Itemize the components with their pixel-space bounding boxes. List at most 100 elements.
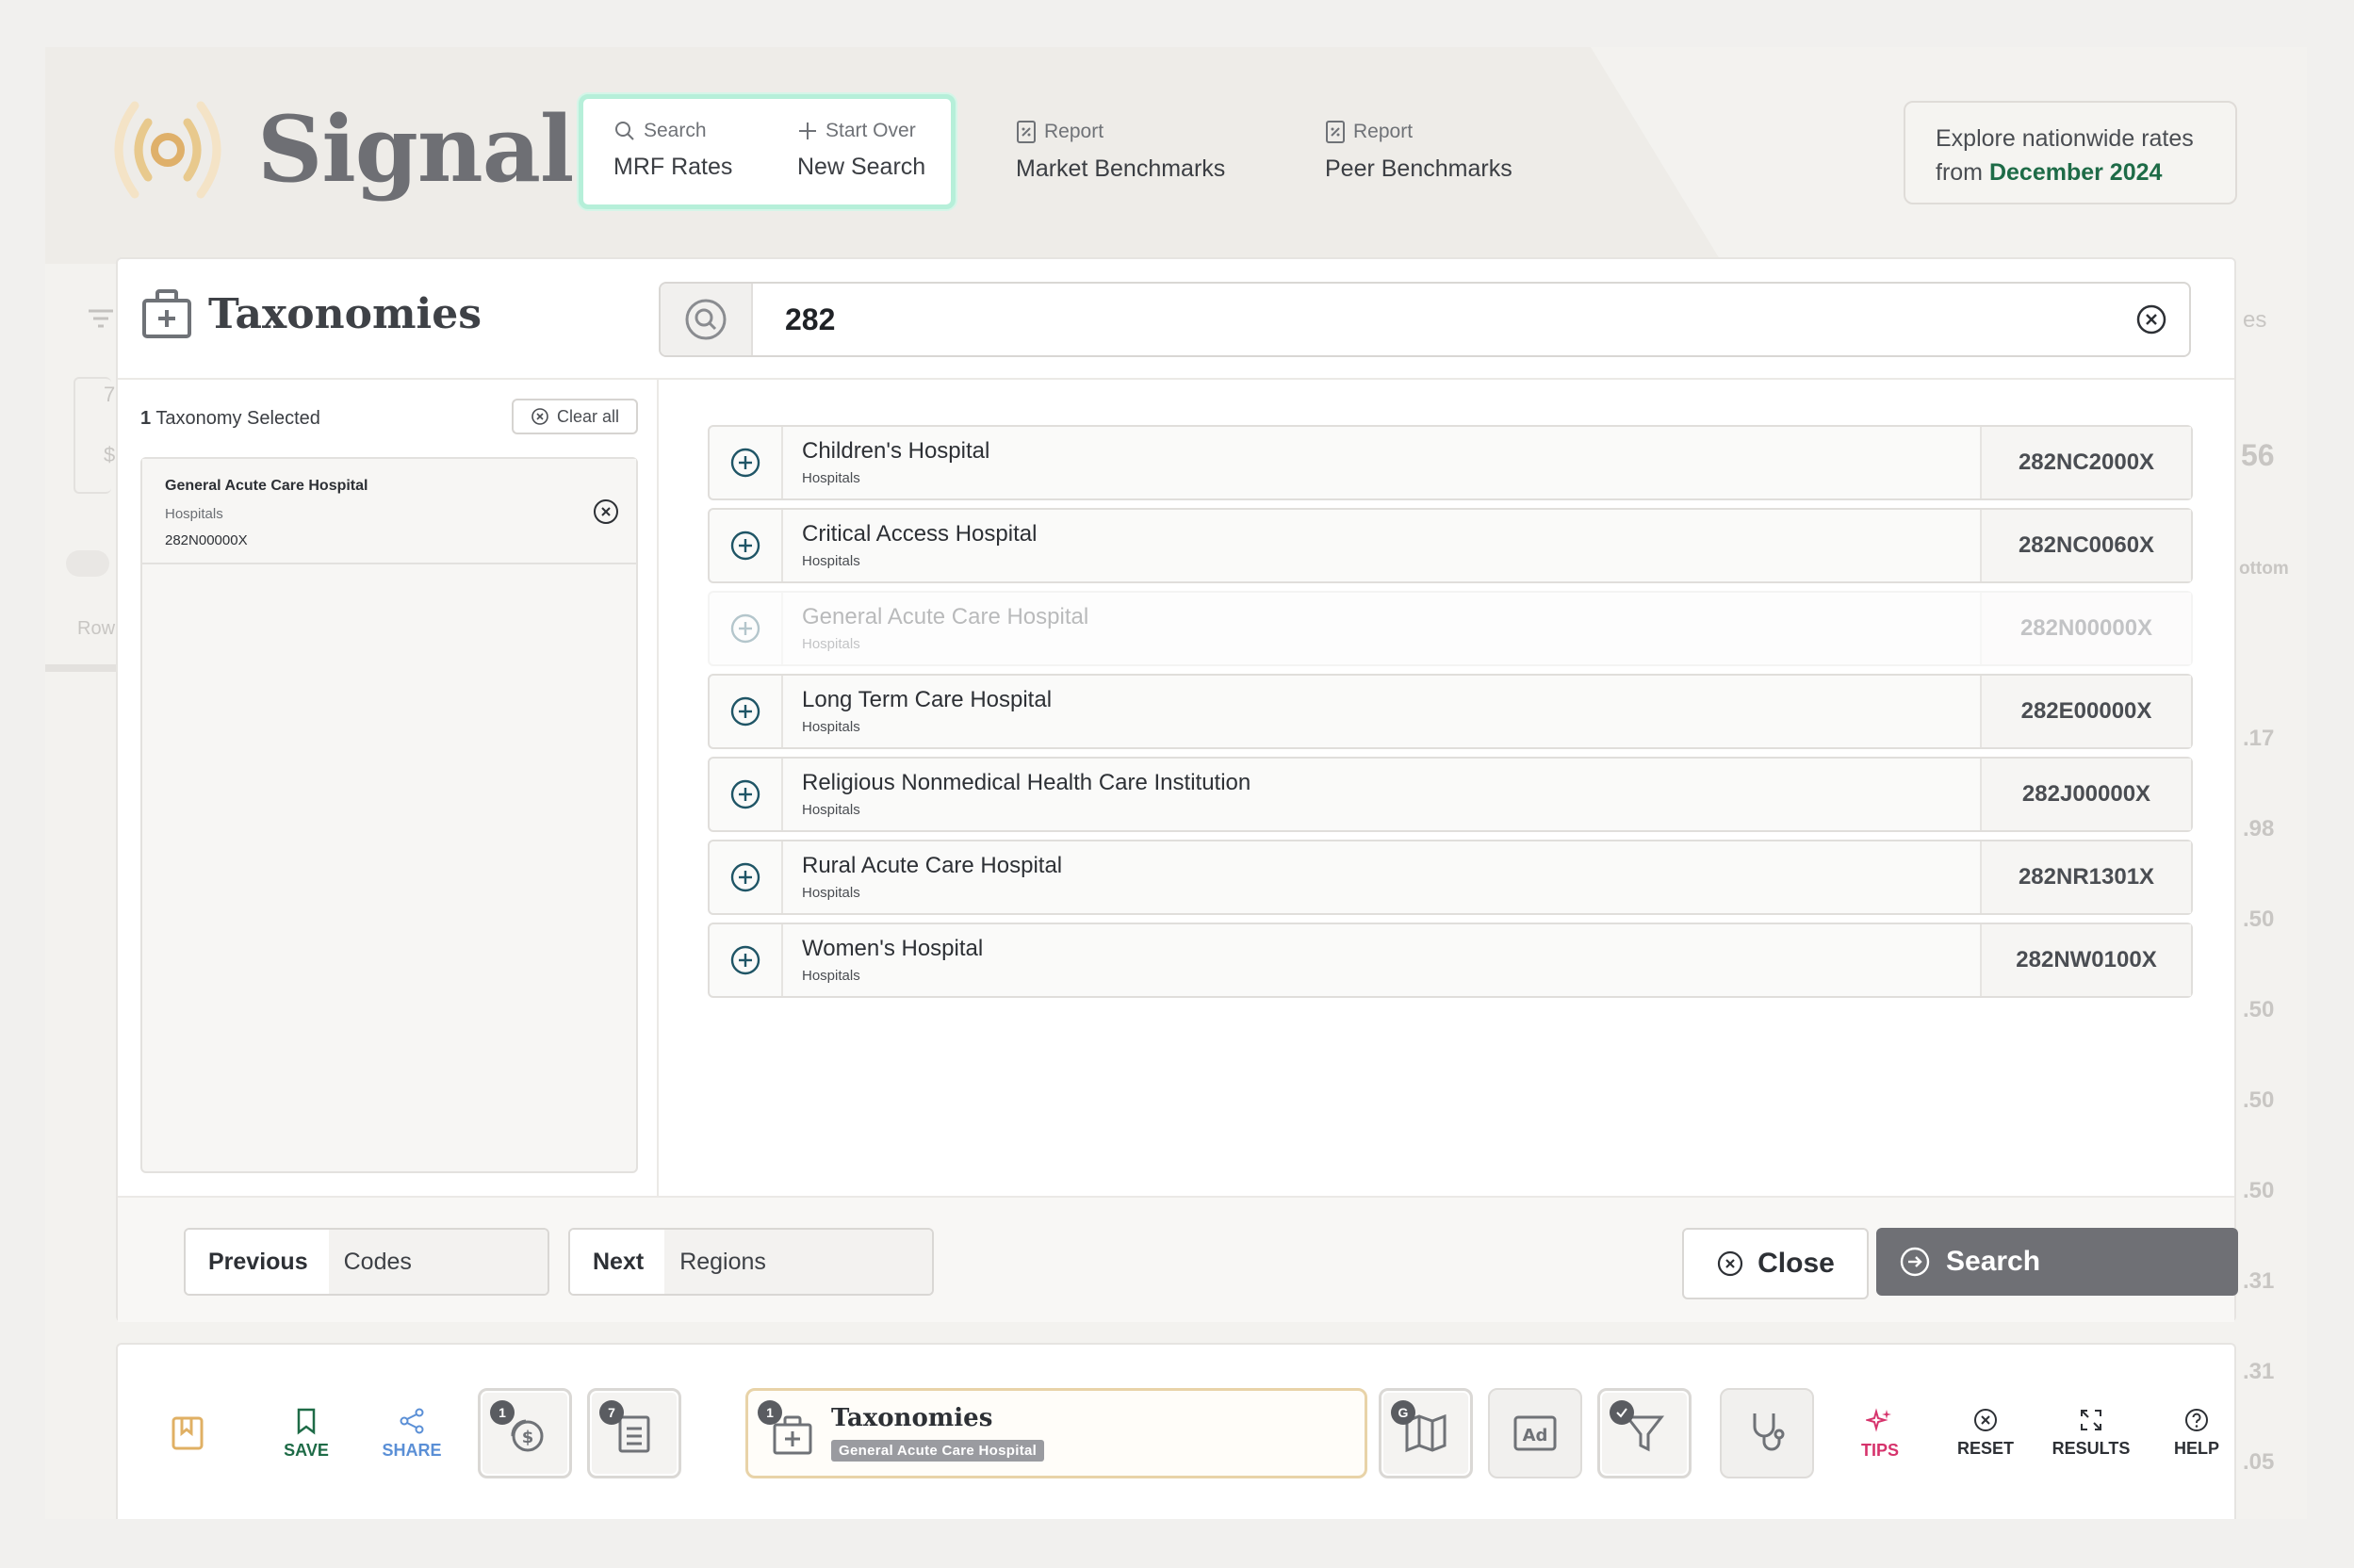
add-taxonomy-button[interactable] (710, 924, 783, 996)
selected-taxonomy-tag: General Acute Care Hospital (831, 1440, 1045, 1462)
sparkles-icon (1866, 1408, 1891, 1432)
signal-broadcast-icon (114, 101, 221, 198)
taxonomy-code: 282NC0060X (1980, 510, 2191, 581)
close-circle-icon (1718, 1250, 1743, 1277)
taxonomy-category: Hospitals (802, 802, 860, 818)
plus-circle-icon (730, 945, 760, 975)
plus-circle-icon (730, 613, 760, 644)
svg-text:Ad: Ad (1523, 1426, 1548, 1446)
tips-button[interactable]: TIPS (1842, 1407, 1918, 1461)
plus-icon (799, 122, 816, 139)
taxonomy-result-row[interactable]: Women's Hospital Hospitals 282NW0100X (708, 923, 2193, 998)
search-nav-group: Search MRF Rates Start Over New Search (579, 94, 956, 209)
taxonomy-category: Hospitals (802, 636, 860, 652)
add-taxonomy-button[interactable] (710, 510, 783, 581)
taxonomy-category: Hospitals (802, 719, 860, 735)
clear-search-button[interactable] (2114, 304, 2189, 335)
medical-kit-icon (142, 289, 191, 338)
taxonomy-search-bar[interactable]: 282 (659, 282, 2191, 357)
previous-button[interactable]: Previous Codes (184, 1228, 549, 1296)
taxonomy-category: Hospitals (802, 470, 860, 486)
plus-circle-icon (730, 862, 760, 892)
medical-kit-icon (773, 1415, 812, 1455)
results-button[interactable]: RESULTS (2052, 1407, 2130, 1459)
selected-list: General Acute Care Hospital Hospitals 28… (140, 457, 638, 1173)
modal-header: Taxonomies 282 (118, 259, 2234, 380)
svg-text:$: $ (522, 1428, 534, 1447)
bottom-toolbar: SAVE SHARE 1 $ 7 1 Taxonomies General Ac… (116, 1343, 2236, 1519)
search-icon (615, 122, 634, 140)
filters-tile[interactable] (1597, 1388, 1692, 1478)
taxonomy-name: Children's Hospital (802, 438, 990, 464)
search-input[interactable]: 282 (753, 302, 2114, 337)
save-button[interactable]: SAVE (269, 1407, 344, 1461)
taxonomy-code: 282E00000X (1980, 676, 2191, 747)
clear-all-button[interactable]: Clear all (512, 399, 638, 434)
arrow-right-circle-icon (1900, 1247, 1930, 1277)
stethoscope-icon (1753, 1413, 1785, 1451)
taxonomy-name: General Acute Care Hospital (802, 604, 1089, 629)
taxonomy-result-row[interactable]: Rural Acute Care Hospital Hospitals 282NR1… (708, 840, 2193, 915)
nav-start-over[interactable]: Start Over New Search (767, 99, 951, 204)
taxonomy-name: Long Term Care Hospital (802, 687, 1053, 712)
close-button[interactable]: Close (1682, 1228, 1869, 1299)
add-taxonomy-button[interactable] (710, 427, 783, 498)
next-button[interactable]: Next Regions (568, 1228, 934, 1296)
nav-search-mrf-rates[interactable]: Search MRF Rates (583, 99, 767, 204)
taxonomies-tile[interactable]: 1 Taxonomies General Acute Care Hospital (745, 1388, 1367, 1478)
taxonomy-name: Rural Acute Care Hospital (802, 853, 1063, 878)
search-icon (685, 299, 727, 340)
add-taxonomy-button (710, 593, 783, 664)
add-taxonomy-button[interactable] (710, 759, 783, 830)
selected-count: 1 Taxonomy Selected (140, 408, 320, 429)
nationwide-rates-callout[interactable]: Explore nationwide rates from December 2… (1904, 101, 2237, 204)
selected-item: General Acute Care Hospital Hospitals 28… (142, 459, 636, 564)
plus-circle-icon (730, 531, 760, 561)
taxonomy-code: 282NR1301X (1980, 841, 2191, 913)
app-name: Signal (257, 96, 574, 203)
provider-tile[interactable] (1720, 1388, 1814, 1478)
taxonomy-name: Critical Access Hospital (802, 521, 1038, 547)
taxonomy-result-row[interactable]: Religious Nonmedical Health Care Institu… (708, 757, 2193, 832)
taxonomy-results-list: Children's Hospital Hospitals 282NC2000X Cr… (708, 425, 2193, 1005)
header: Signal Search MRF Rates Start Over New S… (45, 47, 2307, 264)
remove-selection-icon[interactable] (593, 498, 619, 525)
nav-market-benchmarks[interactable]: Report Market Benchmarks (1016, 120, 1225, 183)
bookmark-icon (297, 1408, 316, 1435)
bookmark-button[interactable] (150, 1414, 225, 1458)
reset-button[interactable]: RESET (1948, 1407, 2023, 1459)
taxonomy-result-row[interactable]: Critical Access Hospital Hospitals 282NC00… (708, 508, 2193, 583)
taxonomy-result-row: General Acute Care Hospital Hospitals 282N… (708, 591, 2193, 666)
close-circle-icon (1974, 1409, 1997, 1431)
close-circle-icon (531, 408, 548, 425)
taxonomy-result-row[interactable]: Children's Hospital Hospitals 282NC2000X (708, 425, 2193, 500)
filter-icon (89, 309, 113, 328)
taxonomy-category: Hospitals (802, 553, 860, 569)
plus-circle-icon (730, 448, 760, 478)
help-button[interactable]: HELP (2159, 1407, 2234, 1459)
signal-logo[interactable]: Signal (97, 96, 574, 203)
search-button[interactable]: Search (1876, 1228, 2238, 1296)
close-circle-icon (2136, 304, 2166, 335)
taxonomy-name: Religious Nonmedical Health Care Institu… (802, 770, 1251, 795)
report-icon (1017, 121, 1036, 143)
help-circle-icon (2185, 1409, 2208, 1431)
regions-tile[interactable]: G (1379, 1388, 1473, 1478)
ad-tile[interactable]: Ad (1488, 1388, 1582, 1478)
share-button[interactable]: SHARE (374, 1407, 450, 1461)
plus-circle-icon (730, 696, 760, 727)
taxonomy-category: Hospitals (802, 885, 860, 901)
nav-peer-benchmarks[interactable]: Report Peer Benchmarks (1325, 120, 1512, 183)
rates-tile[interactable]: 1 $ (478, 1388, 572, 1478)
add-taxonomy-button[interactable] (710, 841, 783, 913)
modal-title: Taxonomies (208, 289, 482, 338)
taxonomy-code: 282J00000X (1980, 759, 2191, 830)
app-frame: Signal Search MRF Rates Start Over New S… (45, 47, 2307, 1519)
selected-taxonomies-panel: 1 Taxonomy Selected Clear all General Ac… (118, 380, 659, 1196)
taxonomy-result-row[interactable]: Long Term Care Hospital Hospitals 282E0000… (708, 674, 2193, 749)
plus-circle-icon (730, 779, 760, 809)
codes-tile[interactable]: 7 (587, 1388, 681, 1478)
add-taxonomy-button[interactable] (710, 676, 783, 747)
background-toggle (66, 550, 109, 577)
taxonomies-modal: Taxonomies 282 1 Taxonomy Selected Clear… (116, 257, 2238, 1322)
